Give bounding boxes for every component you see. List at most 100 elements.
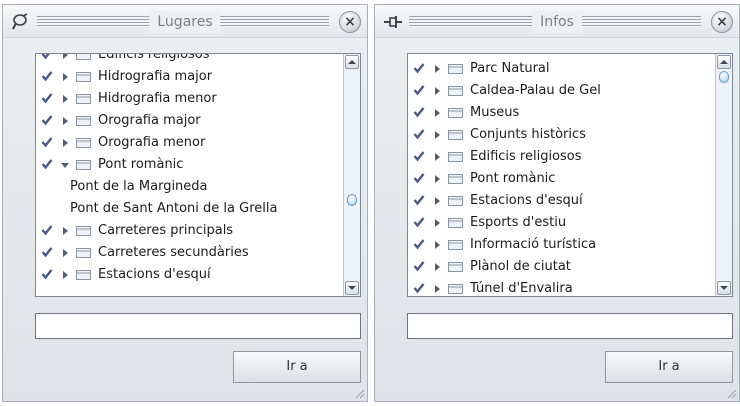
close-button[interactable]: × (339, 11, 361, 33)
checkbox-checked-icon[interactable] (413, 62, 425, 74)
tree-item-label: Orografia menor (98, 135, 206, 150)
tree-row[interactable]: Esports d'estiu (408, 212, 715, 234)
tree-item-label: Parc Natural (470, 61, 550, 76)
checkbox-checked-icon[interactable] (413, 194, 425, 206)
pushpin-icon[interactable] (11, 13, 31, 31)
checkbox-checked-icon[interactable] (413, 216, 425, 228)
folder-icon (448, 218, 463, 228)
scroll-up-button[interactable] (717, 55, 731, 69)
folder-icon (76, 160, 91, 170)
tree-row[interactable]: Conjunts històrics (408, 124, 715, 146)
lugares-list[interactable]: Edificis religiosos Hidrografia major Hidr… (35, 53, 361, 297)
tree-row[interactable]: Túnel d'Envalira (408, 278, 715, 297)
folder-icon (448, 108, 463, 118)
expand-down-icon[interactable] (60, 154, 70, 176)
expand-right-icon[interactable] (60, 88, 70, 110)
scroll-down-button[interactable] (717, 281, 731, 295)
tree-row[interactable]: Estacions d'esquí (408, 190, 715, 212)
tree-item-label: Carreteres secundàries (98, 245, 249, 260)
go-to-button[interactable]: Ir a (233, 351, 361, 383)
checkbox-checked-icon[interactable] (413, 128, 425, 140)
tree-row[interactable]: Museus (408, 102, 715, 124)
checkbox-checked-icon[interactable] (41, 53, 53, 60)
checkbox-checked-icon[interactable] (413, 238, 425, 250)
expand-right-icon[interactable] (432, 146, 442, 168)
expand-right-icon[interactable] (432, 124, 442, 146)
close-button[interactable]: × (711, 11, 733, 33)
checkbox-checked-icon[interactable] (413, 260, 425, 272)
scroll-thumb[interactable] (347, 193, 357, 206)
expand-right-icon[interactable] (60, 220, 70, 242)
expand-right-icon[interactable] (432, 212, 442, 234)
tree-row[interactable]: Parc Natural (408, 58, 715, 80)
infos-list[interactable]: Parc Natural Caldea-Palau de Gel Museus Con… (407, 53, 733, 297)
checkbox-checked-icon[interactable] (41, 114, 53, 126)
tree-row[interactable]: Pont romànic (36, 154, 343, 176)
checkbox-checked-icon[interactable] (413, 106, 425, 118)
resize-grip-icon[interactable] (355, 389, 365, 399)
tree-row[interactable]: Orografia menor (36, 132, 343, 154)
expand-right-icon[interactable] (432, 190, 442, 212)
checkbox-checked-icon[interactable] (41, 224, 53, 236)
checkbox-checked-icon[interactable] (413, 150, 425, 162)
checkbox-checked-icon[interactable] (413, 172, 425, 184)
expand-right-icon[interactable] (432, 256, 442, 278)
expand-right-icon[interactable] (432, 234, 442, 256)
expand-right-icon[interactable] (432, 58, 442, 80)
expand-right-icon[interactable] (60, 110, 70, 132)
checkbox-checked-icon[interactable] (41, 268, 53, 280)
tree-list: Parc Natural Caldea-Palau de Gel Museus Con… (408, 58, 715, 297)
checkbox-checked-icon[interactable] (413, 282, 425, 294)
arrow-up-icon (348, 60, 356, 64)
tree-row[interactable]: Edificis religiosos (408, 146, 715, 168)
folder-icon (76, 54, 91, 60)
checkbox-checked-icon[interactable] (41, 70, 53, 82)
tree-row[interactable]: Carreteres principals (36, 220, 343, 242)
tree-row[interactable]: Pont romànic (408, 168, 715, 190)
scroll-down-button[interactable] (345, 281, 359, 295)
expand-right-icon[interactable] (60, 242, 70, 264)
vertical-scrollbar[interactable] (343, 54, 360, 296)
tree-row[interactable]: Informació turística (408, 234, 715, 256)
scroll-up-button[interactable] (345, 55, 359, 69)
checkbox-checked-icon[interactable] (41, 92, 53, 104)
resize-grip-icon[interactable] (727, 389, 737, 399)
tree-row[interactable]: Edificis religiosos (36, 53, 343, 66)
folder-icon (448, 152, 463, 162)
expand-right-icon[interactable] (432, 102, 442, 124)
expand-right-icon[interactable] (60, 53, 70, 66)
expand-right-icon[interactable] (60, 132, 70, 154)
tree-row[interactable]: Plànol de ciutat (408, 256, 715, 278)
tree-item-label: Orografia major (98, 113, 201, 128)
tree-row[interactable]: Estacions d'esquí (36, 264, 343, 286)
vertical-scrollbar[interactable] (715, 54, 732, 296)
tree-item-label: Estacions d'esquí (98, 267, 211, 282)
expand-right-icon[interactable] (60, 264, 70, 286)
search-input[interactable] (35, 313, 361, 339)
expand-right-icon[interactable] (432, 278, 442, 297)
tree-row[interactable]: Orografia major (36, 110, 343, 132)
lugares-titlebar[interactable]: Lugares × (3, 5, 367, 38)
expand-right-icon[interactable] (432, 80, 442, 102)
tree-row[interactable]: Pont de Sant Antoni de la Grella (36, 198, 343, 220)
tree-row[interactable]: Caldea-Palau de Gel (408, 80, 715, 102)
panel-title: Lugares (149, 11, 221, 33)
tree-row[interactable]: Carreteres secundàries (36, 242, 343, 264)
infos-titlebar[interactable]: Infos × (375, 5, 739, 38)
checkbox-checked-icon[interactable] (41, 158, 53, 170)
folder-icon (448, 86, 463, 96)
checkbox-checked-icon[interactable] (413, 84, 425, 96)
folder-icon (448, 262, 463, 272)
pin-flat-icon[interactable] (383, 13, 403, 31)
go-to-button[interactable]: Ir a (605, 351, 733, 383)
expand-right-icon[interactable] (60, 66, 70, 88)
checkbox-checked-icon[interactable] (41, 136, 53, 148)
scroll-thumb[interactable] (719, 71, 729, 83)
search-input[interactable] (407, 313, 733, 339)
expand-right-icon[interactable] (432, 168, 442, 190)
tree-row[interactable]: Hidrografia major (36, 66, 343, 88)
tree-item-label: Esports d'estiu (470, 215, 567, 230)
checkbox-checked-icon[interactable] (41, 246, 53, 258)
tree-row[interactable]: Pont de la Margineda (36, 176, 343, 198)
tree-row[interactable]: Hidrografia menor (36, 88, 343, 110)
